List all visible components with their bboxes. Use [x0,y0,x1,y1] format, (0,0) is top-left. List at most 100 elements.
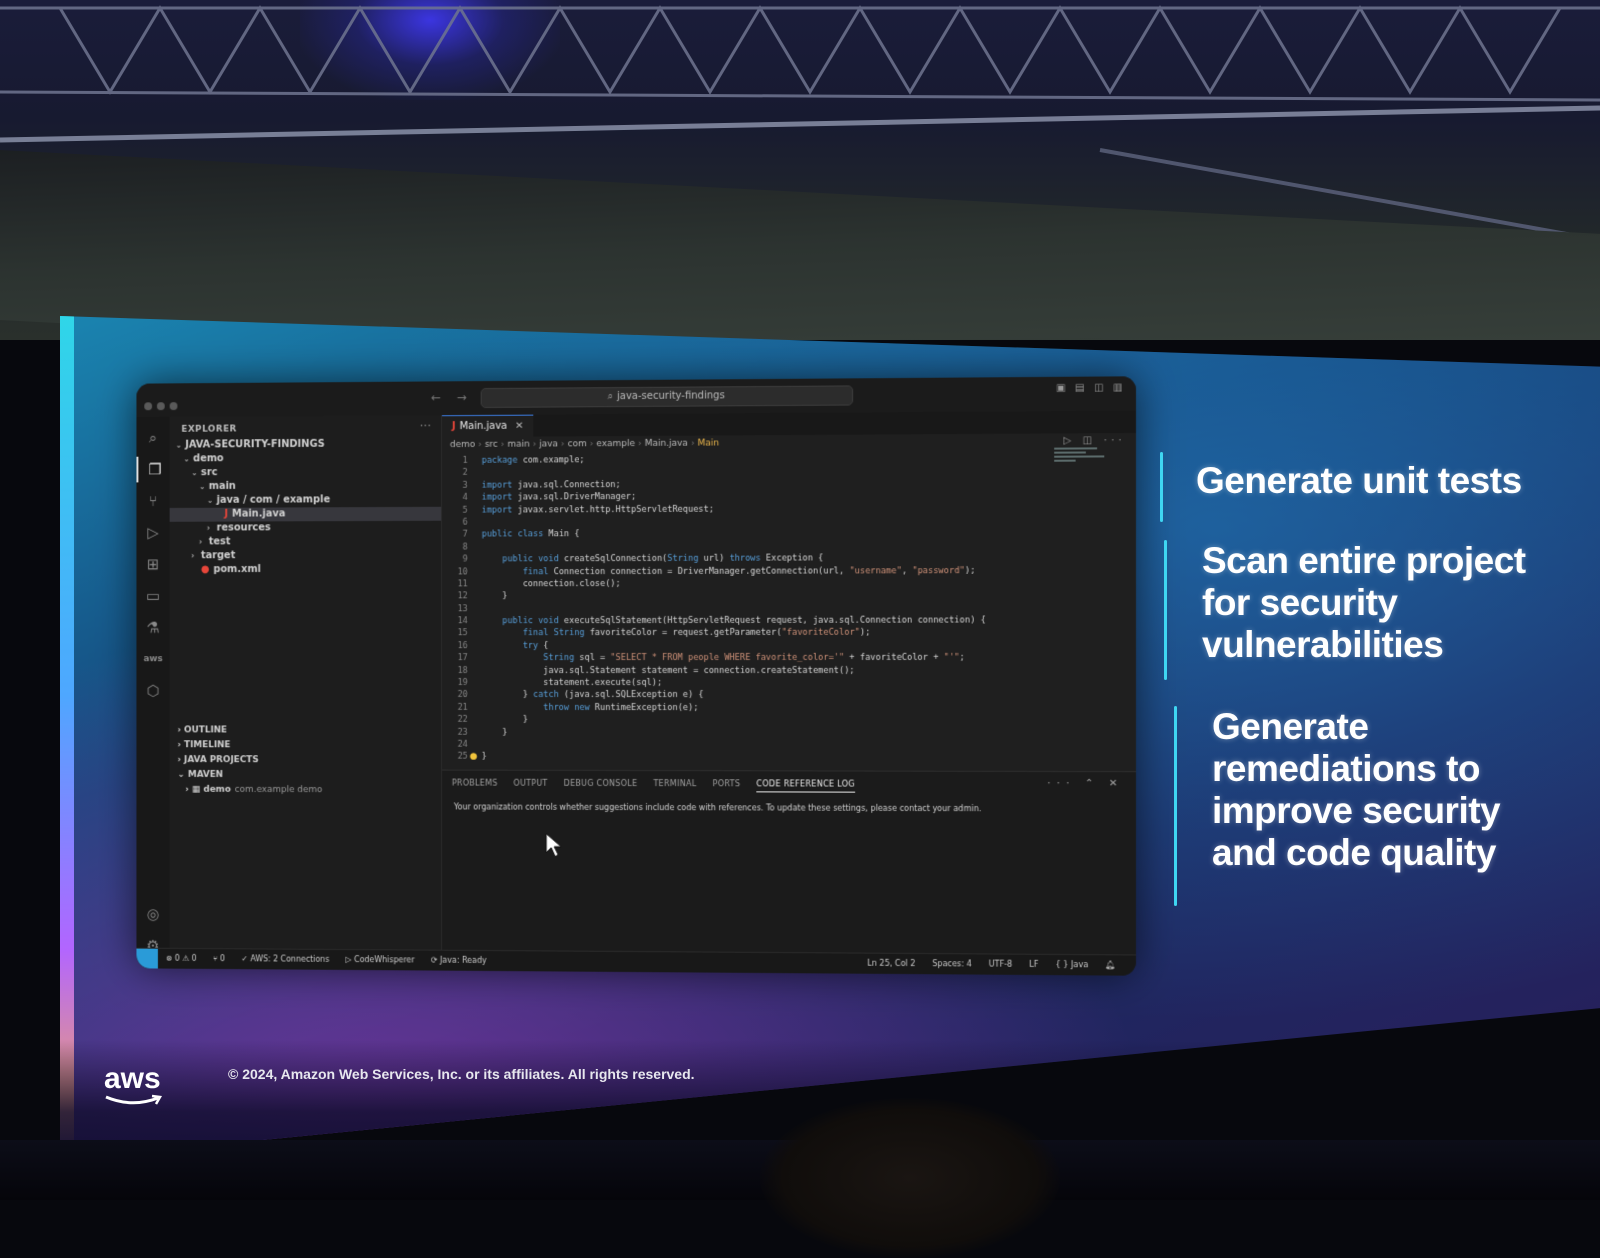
code-text: } [482,715,528,725]
panel-tab-debug-console[interactable]: DEBUG CONSOLE [564,779,638,791]
code-line[interactable]: 22 } [442,714,1136,727]
tree-item[interactable]: JMain.java [170,507,441,522]
sidebar-section-timeline[interactable]: › TIMELINE [170,738,441,753]
breadcrumb-item[interactable]: Main [698,438,720,448]
indentation-status[interactable]: Spaces: 4 [932,959,971,968]
close-icon[interactable]: ✕ [515,421,523,432]
command-center-search[interactable]: ⌕java-security-findings [481,385,853,408]
remote-indicator[interactable] [136,949,157,969]
breadcrumb-item[interactable]: java [539,439,558,449]
breadcrumb-item[interactable]: example [596,439,635,449]
remote-explorer-icon[interactable]: ▭ [136,583,169,609]
sidebar-sections: › OUTLINE› TIMELINE› JAVA PROJECTS⌄ MAVE… [170,723,441,798]
breadcrumb-item[interactable]: Main.java [645,439,688,449]
feature-point: Generate remediations to improve securit… [1150,706,1570,874]
tab-main-java[interactable]: JMain.java✕ [442,415,533,438]
security-icon[interactable]: ⬡ [136,678,169,704]
sidebar-section-maven[interactable]: ⌄ MAVEN [170,768,441,784]
code-line[interactable]: 15 final String favoriteColor = request.… [442,627,1136,640]
breadcrumb-separator: › [590,439,594,449]
bell-icon[interactable]: 🔔︎ [1105,960,1115,969]
aws-logo: aws [104,1062,161,1096]
feature-point: Generate unit tests [1150,460,1570,502]
encoding-status[interactable]: UTF-8 [989,960,1013,969]
ports-status[interactable]: ⑂ 0 [213,954,225,963]
panel-tab-terminal[interactable]: TERMINAL [653,779,696,791]
panel-tab-problems[interactable]: PROBLEMS [452,779,498,791]
code-line[interactable]: 14 public void executeSqlStatement(HttpS… [442,614,1136,627]
code-line[interactable]: 20 } catch (java.sql.SQLException e) { [442,689,1136,702]
layout-toggle-icons[interactable]: ▣ ▤ ◫ ▥ [1056,382,1126,394]
code-line[interactable]: 16 try { [442,639,1136,652]
code-text: final String favoriteColor = request.get… [482,628,871,638]
explorer-icon[interactable]: ❐ [136,457,171,483]
code-line[interactable]: 18 java.sql.Statement statement = connec… [442,664,1136,677]
editor-actions[interactable]: ▷ ◫ ··· [1063,435,1125,446]
chevron-right-icon: › [191,549,201,563]
tree-item[interactable]: ⌄demo [170,451,441,466]
search-icon: ⌕ [607,391,613,402]
language-mode[interactable]: { } Java [1055,960,1088,969]
tree-item-label: Main.java [232,508,285,519]
code-reference-message: Your organization controls whether sugge… [454,802,981,813]
tree-item-label: target [201,550,235,561]
code-text: } catch (java.sql.SQLException e) { [482,690,704,700]
code-text: public void executeSqlStatement(HttpServ… [482,616,986,627]
tree-item[interactable]: ⌄src [170,465,441,480]
aws-icon[interactable]: aws [136,646,169,672]
window-controls[interactable] [144,395,182,414]
tree-item[interactable]: ⌄java / com / example [170,493,441,508]
chevron-down-icon: ⌄ [191,466,201,480]
code-editor[interactable]: 1package com.example;23import java.sql.C… [442,451,1136,771]
breadcrumb-item[interactable]: main [507,440,529,450]
feature-text: Generate remediations to improve securit… [1212,706,1570,874]
more-actions-icon[interactable]: ··· [420,419,431,433]
breadcrumb-item[interactable]: src [485,440,498,450]
code-line[interactable]: 21 throw new RuntimeException(e); [442,702,1136,715]
tree-item[interactable]: ›target [170,549,441,564]
sidebar-section-java-projects[interactable]: › JAVA PROJECTS [170,753,441,768]
run-debug-icon[interactable]: ▷ [136,520,169,546]
eol-status[interactable]: LF [1029,960,1038,969]
code-text: import java.sql.Connection; [482,480,621,491]
breadcrumb-item[interactable]: com [568,439,587,449]
tree-item[interactable]: ›test [170,535,441,550]
codewhisperer-status[interactable]: ▷ CodeWhisperer [346,955,415,964]
tree-item[interactable]: ›resources [170,521,441,536]
maven-project-item[interactable]: › ▦ democom.example demo [170,783,441,799]
line-number: 14 [442,615,468,627]
panel-actions[interactable]: ··· ⌃ ✕ [1047,778,1123,789]
search-icon[interactable]: ⌕ [136,425,169,451]
panel-tab-code-reference-log[interactable]: CODE REFERENCE LOG [756,779,855,792]
code-line[interactable]: 19 statement.execute(sql); [442,677,1136,690]
testing-icon[interactable]: ⚗ [136,615,169,641]
source-control-icon[interactable]: ⑂ [136,488,169,514]
sidebar-section-outline[interactable]: › OUTLINE [170,723,441,738]
code-line[interactable]: 13 [442,602,1136,616]
code-line[interactable]: 23 } [442,726,1136,739]
xml-file-icon: ● [201,564,210,575]
panel-tabs: PROBLEMS OUTPUT DEBUG CONSOLE TERMINAL PORTS… [452,779,871,793]
tree-item[interactable]: ●pom.xml [170,563,441,578]
panel-tab-ports[interactable]: PORTS [713,779,741,791]
tree-item[interactable]: ⌄main [170,479,441,494]
nav-arrows[interactable]: ← → [431,390,473,404]
code-text: } [482,727,508,737]
cursor-position[interactable]: Ln 25, Col 2 [867,959,915,968]
breadcrumb-item[interactable]: demo [450,440,475,450]
tree-item[interactable]: ⌄JAVA-SECURITY-FINDINGS [170,437,441,452]
tree-item-label: resources [217,522,271,533]
feature-point: Scan entire project for security vulnera… [1150,540,1570,666]
lightbulb-icon[interactable]: ● [470,752,478,762]
java-status[interactable]: ⟳ Java: Ready [431,956,487,965]
extensions-icon[interactable]: ⊞ [136,551,169,577]
aws-connections-status[interactable]: ✓ AWS: 2 Connections [241,954,329,964]
code-line[interactable]: 17 String sql = "SELECT * FROM people WH… [442,652,1136,665]
panel-tab-output[interactable]: OUTPUT [513,779,547,791]
breadcrumb-separator: › [638,439,642,449]
chevron-right-icon: › [199,535,209,549]
problems-status[interactable]: ⊗ 0 ⚠ 0 [166,954,197,963]
code-line[interactable]: 25} [442,751,1136,765]
line-number: 9 [442,554,468,566]
account-icon[interactable]: ◎ [136,901,169,927]
